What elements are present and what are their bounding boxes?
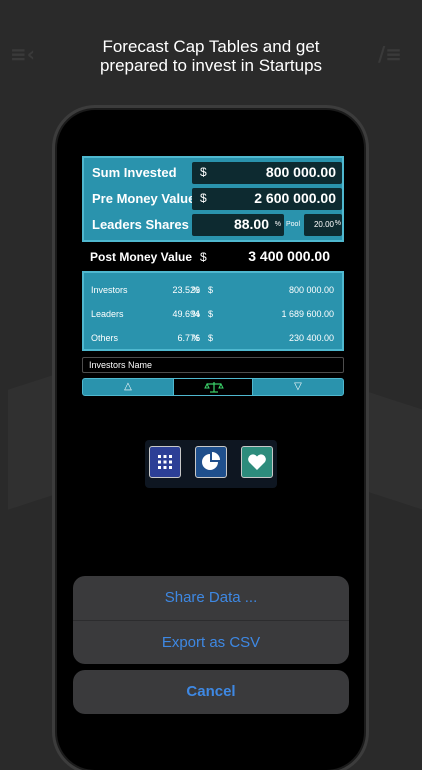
leaders-shares-label: Leaders Shares — [92, 217, 189, 232]
currency-symbol: $ — [200, 191, 207, 205]
currency-symbol: $ — [200, 250, 207, 264]
pre-money-value: 2 600 000.00 — [254, 190, 336, 206]
row-name: Investors — [91, 285, 128, 295]
pool-label: Pool — [286, 221, 301, 228]
distribution-panel: Investors 23.529 % $ 800 000.00 Leaders … — [82, 271, 344, 351]
export-csv-button[interactable]: Export as CSV — [73, 621, 349, 664]
action-sheet: Share Data ... Export as CSV — [73, 576, 349, 664]
percent-sign: % — [334, 220, 341, 227]
pie-chart-icon — [202, 452, 220, 470]
row-amount: 800 000.00 — [288, 285, 334, 295]
sum-invested-value: 800 000.00 — [265, 164, 336, 180]
investors-name-field[interactable]: Investors Name — [82, 357, 344, 373]
currency-symbol: $ — [208, 285, 214, 295]
sum-invested-row: Sum Invested $ 800 000.00 — [84, 162, 342, 185]
sum-invested-field[interactable]: $ 800 000.00 — [192, 162, 342, 184]
cancel-button[interactable]: Cancel — [73, 670, 349, 714]
leaders-shares-field[interactable]: 88.00 % — [192, 214, 284, 236]
pie-chart-button[interactable] — [195, 446, 227, 478]
bottom-toolbar — [145, 440, 277, 488]
share-data-button[interactable]: Share Data ... — [73, 576, 349, 620]
currency-symbol: $ — [208, 333, 214, 343]
row-name: Others — [91, 333, 119, 343]
post-money-label: Post Money Value — [90, 250, 193, 264]
leaders-shares-value: 88.00 — [233, 216, 269, 232]
heart-button[interactable] — [241, 446, 273, 478]
segmented-control: △ ▽ — [82, 378, 344, 396]
background-watermark — [364, 390, 422, 510]
heart-icon — [248, 454, 266, 470]
percent-sign: % — [274, 221, 281, 228]
inputs-panel: Sum Invested $ 800 000.00 Pre Money Valu… — [82, 156, 344, 242]
balance-scale-icon — [204, 382, 224, 393]
distribution-row-others: Others 6.776 % $ 230 400.00 — [84, 329, 342, 349]
segment-down-button[interactable]: ▽ — [253, 379, 343, 395]
headline: Forecast Cap Tables and get prepared to … — [0, 37, 422, 75]
grid-button[interactable] — [149, 446, 181, 478]
leaders-shares-row: Leaders Shares 88.00 % Pool 20.00 % — [84, 214, 342, 237]
pool-value: 20.00 — [313, 220, 334, 229]
post-money-value: 3 400 000.00 — [248, 248, 330, 264]
distribution-row-leaders: Leaders 49.694 % $ 1 689 600.00 — [84, 305, 342, 325]
post-money-row: Post Money Value $ 3 400 000.00 — [82, 246, 344, 268]
pre-money-label: Pre Money Value — [92, 191, 196, 206]
segment-balance-button[interactable] — [173, 379, 253, 395]
percent-sign: % — [192, 309, 201, 319]
headline-line-2: prepared to invest in Startups — [99, 56, 323, 75]
pre-money-field[interactable]: $ 2 600 000.00 — [192, 188, 342, 210]
pre-money-row: Pre Money Value $ 2 600 000.00 — [84, 188, 342, 211]
distribution-row-investors: Investors 23.529 % $ 800 000.00 — [84, 281, 342, 301]
sum-invested-label: Sum Invested — [92, 165, 177, 180]
row-amount: 230 400.00 — [288, 333, 334, 343]
percent-sign: % — [192, 285, 201, 295]
grid-icon — [158, 455, 172, 469]
headline-line-1: Forecast Cap Tables and get — [102, 37, 320, 56]
currency-symbol: $ — [208, 309, 214, 319]
percent-sign: % — [192, 333, 201, 343]
currency-symbol: $ — [200, 165, 207, 179]
row-amount: 1 689 600.00 — [281, 309, 334, 319]
pool-field[interactable]: 20.00 % — [304, 214, 342, 236]
segment-up-button[interactable]: △ — [83, 379, 173, 395]
row-name: Leaders — [91, 309, 124, 319]
